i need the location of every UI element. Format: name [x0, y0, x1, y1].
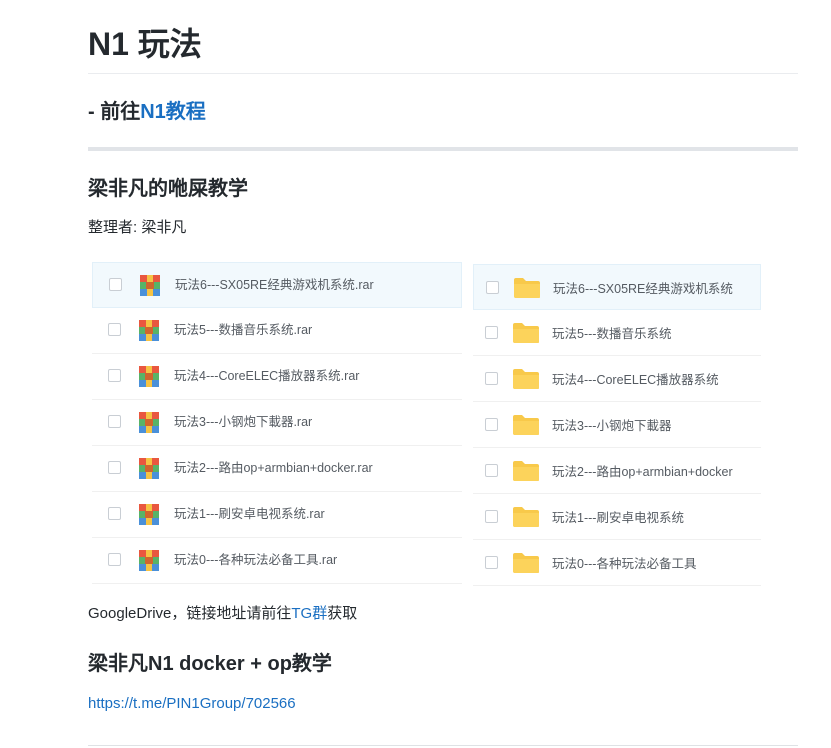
- folder-icon: [512, 506, 540, 528]
- row-checkbox[interactable]: [108, 553, 121, 566]
- file-name[interactable]: 玩法0---各种玩法必备工具.rar: [174, 551, 337, 569]
- row-checkbox[interactable]: [486, 281, 499, 294]
- n1-tutorial-link[interactable]: N1教程: [140, 101, 206, 123]
- file-name[interactable]: 玩法5---数播音乐系统: [552, 325, 671, 343]
- rar-archive-icon: [139, 504, 159, 525]
- folder-row[interactable]: 玩法0---各种玩法必备工具: [473, 540, 761, 586]
- folder-list: 玩法6---SX05RE经典游戏机系统 玩法5---数播音乐系统玩法4---Cor…: [473, 264, 761, 586]
- rar-file-row[interactable]: 玩法1---刷安卓电视系统.rar: [92, 492, 462, 538]
- folder-icon: [513, 277, 541, 299]
- row-checkbox[interactable]: [109, 278, 122, 291]
- rar-archive-icon: [139, 550, 159, 571]
- folder-row[interactable]: 玩法3---小钢炮下載器: [473, 402, 761, 448]
- note-suffix: 获取: [327, 605, 358, 622]
- rar-archive-icon: [139, 412, 159, 433]
- page-title: N1 玩法: [88, 26, 202, 62]
- row-checkbox[interactable]: [108, 507, 121, 520]
- goto-prefix: - 前往: [88, 101, 141, 123]
- row-checkbox[interactable]: [485, 418, 498, 431]
- section-divider: [88, 147, 798, 151]
- rar-file-list: 玩法6---SX05RE经典游戏机系统.rar 玩法5---数播音乐系统.rar 玩…: [92, 262, 462, 584]
- folder-icon: [512, 414, 540, 436]
- drive-note: GoogleDrive，链接地址请前往TG群获取: [88, 603, 357, 625]
- folder-row[interactable]: 玩法5---数播音乐系统: [473, 310, 761, 356]
- folder-icon: [512, 368, 540, 390]
- rar-archive-icon: [139, 366, 159, 387]
- rar-file-row[interactable]: 玩法5---数播音乐系统.rar: [92, 308, 462, 354]
- row-checkbox[interactable]: [108, 461, 121, 474]
- file-name[interactable]: 玩法1---刷安卓电视系统.rar: [174, 505, 325, 523]
- file-name[interactable]: 玩法0---各种玩法必备工具: [552, 555, 696, 573]
- row-checkbox[interactable]: [108, 369, 121, 382]
- rar-file-row[interactable]: 玩法2---路由op+armbian+docker.rar: [92, 446, 462, 492]
- folder-row[interactable]: 玩法1---刷安卓电视系统: [473, 494, 761, 540]
- row-checkbox[interactable]: [485, 326, 498, 339]
- file-name[interactable]: 玩法4---CoreELEC播放器系统: [552, 371, 719, 389]
- row-checkbox[interactable]: [485, 372, 498, 385]
- rar-archive-icon: [139, 458, 159, 479]
- file-name[interactable]: 玩法6---SX05RE经典游戏机系统: [553, 280, 733, 298]
- bottom-divider: [88, 745, 798, 746]
- folder-row[interactable]: 玩法4---CoreELEC播放器系统: [473, 356, 761, 402]
- row-checkbox[interactable]: [485, 464, 498, 477]
- title-divider: [88, 73, 798, 74]
- folder-row[interactable]: 玩法6---SX05RE经典游戏机系统: [473, 264, 761, 310]
- section-heading-docker: 梁非凡N1 docker + op教学: [88, 653, 332, 675]
- file-name[interactable]: 玩法3---小钢炮下載器: [552, 417, 671, 435]
- folder-icon: [512, 552, 540, 574]
- rar-file-row[interactable]: 玩法4---CoreELEC播放器系统.rar: [92, 354, 462, 400]
- rar-archive-icon: [140, 275, 160, 296]
- row-checkbox[interactable]: [108, 323, 121, 336]
- rar-file-row[interactable]: 玩法3---小钢炮下載器.rar: [92, 400, 462, 446]
- file-name[interactable]: 玩法2---路由op+armbian+docker: [552, 463, 733, 481]
- rar-file-row[interactable]: 玩法6---SX05RE经典游戏机系统.rar: [92, 262, 462, 308]
- telegram-link[interactable]: https://t.me/PIN1Group/702566: [88, 693, 296, 715]
- row-checkbox[interactable]: [108, 415, 121, 428]
- folder-row[interactable]: 玩法2---路由op+armbian+docker: [473, 448, 761, 494]
- file-name[interactable]: 玩法1---刷安卓电视系统: [552, 509, 684, 527]
- rar-file-row[interactable]: 玩法0---各种玩法必备工具.rar: [92, 538, 462, 584]
- folder-icon: [512, 322, 540, 344]
- file-name[interactable]: 玩法4---CoreELEC播放器系统.rar: [174, 367, 359, 385]
- row-checkbox[interactable]: [485, 510, 498, 523]
- rar-archive-icon: [139, 320, 159, 341]
- file-name[interactable]: 玩法5---数播音乐系统.rar: [174, 321, 312, 339]
- tg-group-link[interactable]: TG群: [291, 605, 327, 622]
- file-name[interactable]: 玩法6---SX05RE经典游戏机系统.rar: [175, 276, 374, 294]
- folder-icon: [512, 460, 540, 482]
- goto-line: - 前往N1教程: [88, 98, 206, 126]
- file-name[interactable]: 玩法3---小钢炮下載器.rar: [174, 413, 312, 431]
- section-heading-teaching: 梁非凡的咃屎教学: [88, 178, 248, 200]
- file-name[interactable]: 玩法2---路由op+armbian+docker.rar: [174, 459, 373, 477]
- organizer-text: 整理者: 梁非凡: [88, 219, 187, 236]
- note-prefix: GoogleDrive，链接地址请前往: [88, 605, 292, 622]
- row-checkbox[interactable]: [485, 556, 498, 569]
